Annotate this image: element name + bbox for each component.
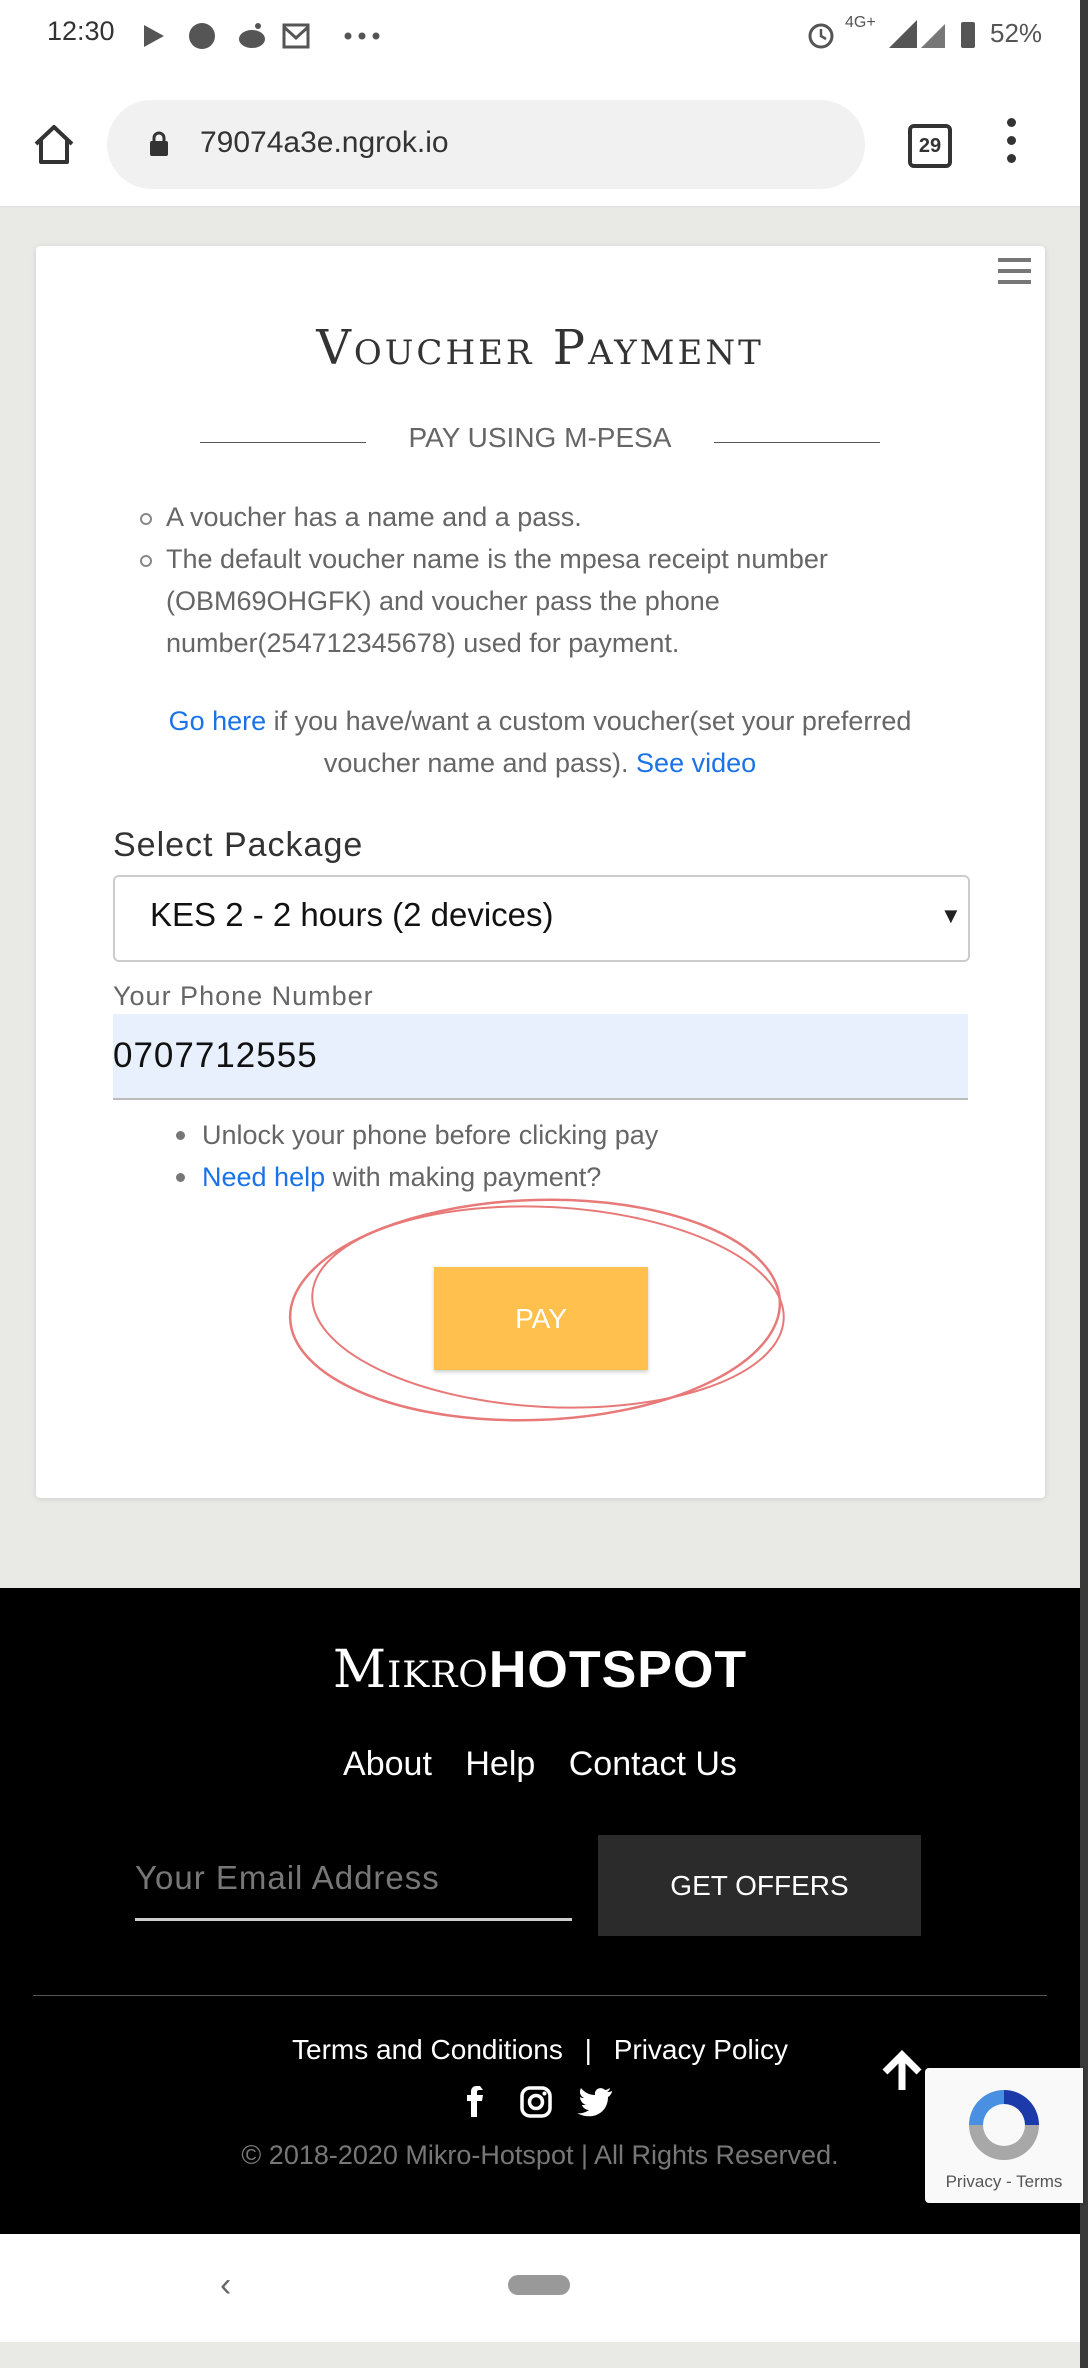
get-offers-button[interactable]: GET OFFERS [598,1835,921,1936]
footer-divider [33,1995,1047,1996]
package-selected-value[interactable]: KES 2 - 2 hours (2 devices) [150,896,554,934]
notification-icons [144,23,380,49]
phone-input[interactable] [113,1014,968,1100]
battery-percent: 52% [990,18,1043,48]
brand-light: Mikro [332,1640,489,1700]
recaptcha-icon [969,2090,1039,2160]
reddit-icon [239,30,265,48]
see-video-link[interactable]: See video [636,748,756,778]
circle-icon [189,23,215,49]
instagram-icon[interactable] [520,2086,552,2118]
footer-link-contact[interactable]: Contact Us [569,1745,737,1783]
dropdown-arrow-icon[interactable]: ▼ [940,903,962,929]
list-item: Unlock your phone before clicking pay [176,1114,876,1156]
lock-icon [150,131,168,156]
signal-icon [889,20,917,48]
list-item: The default voucher name is the mpesa re… [140,538,940,664]
subtitle: PAY USING M-PESA [408,422,672,453]
brand-logo: MikroHOTSPOT [0,1640,1080,1700]
custom-voucher-text: if you have/want a custom voucher(set yo… [266,706,912,778]
list-item: A voucher has a name and a pass. [140,496,940,538]
network-type: 4G+ [845,14,876,31]
recaptcha-badge[interactable]: Privacy - Terms [925,2068,1083,2203]
twitter-icon[interactable] [577,2088,612,2117]
privacy-link[interactable]: Privacy Policy [614,2034,788,2065]
tab-switcher-button[interactable]: 29 [908,124,952,168]
play-store-icon [144,25,164,47]
subtitle-row: PAY USING M-PESA [200,422,880,462]
more-dots-icon [344,32,352,40]
footer-link-help[interactable]: Help [465,1745,535,1783]
brand-bold: HOTSPOT [488,1641,748,1699]
recaptcha-text[interactable]: Privacy - Terms [925,2172,1083,2192]
voucher-info-list: A voucher has a name and a pass. The def… [140,496,940,664]
custom-voucher-note: Go here if you have/want a custom vouche… [130,700,950,784]
home-icon[interactable] [32,122,76,166]
footer-nav: About Help Contact Us [0,1745,1080,1784]
email-input[interactable] [135,1838,572,1921]
copyright-text: © 2018-2020 Mikro-Hotspot | All Rights R… [241,2140,839,2170]
url-text[interactable]: 79074a3e.ngrok.io [200,126,449,160]
home-pill-icon[interactable] [508,2275,570,2295]
battery-icon [961,22,975,48]
phone-label: Your Phone Number [113,981,374,1011]
hamburger-menu-icon[interactable] [998,258,1031,291]
social-icons [467,2086,612,2118]
subtitle-divider-right [714,442,880,443]
terms-link[interactable]: Terms and Conditions [292,2034,563,2065]
pay-button[interactable]: PAY [434,1267,648,1370]
screen-edge [1080,0,1088,2368]
facebook-icon[interactable] [467,2086,483,2117]
package-label: Select Package [113,826,364,864]
go-here-link[interactable]: Go here [169,706,267,736]
page-title: Voucher Payment [316,320,764,376]
footer-link-about[interactable]: About [343,1745,432,1783]
legal-separator: | [584,2034,592,2065]
browser-menu-icon[interactable] [1005,118,1017,168]
system-icons [808,20,975,49]
back-icon[interactable]: ‹ [220,2266,231,2305]
status-time: 12:30 [47,16,115,46]
